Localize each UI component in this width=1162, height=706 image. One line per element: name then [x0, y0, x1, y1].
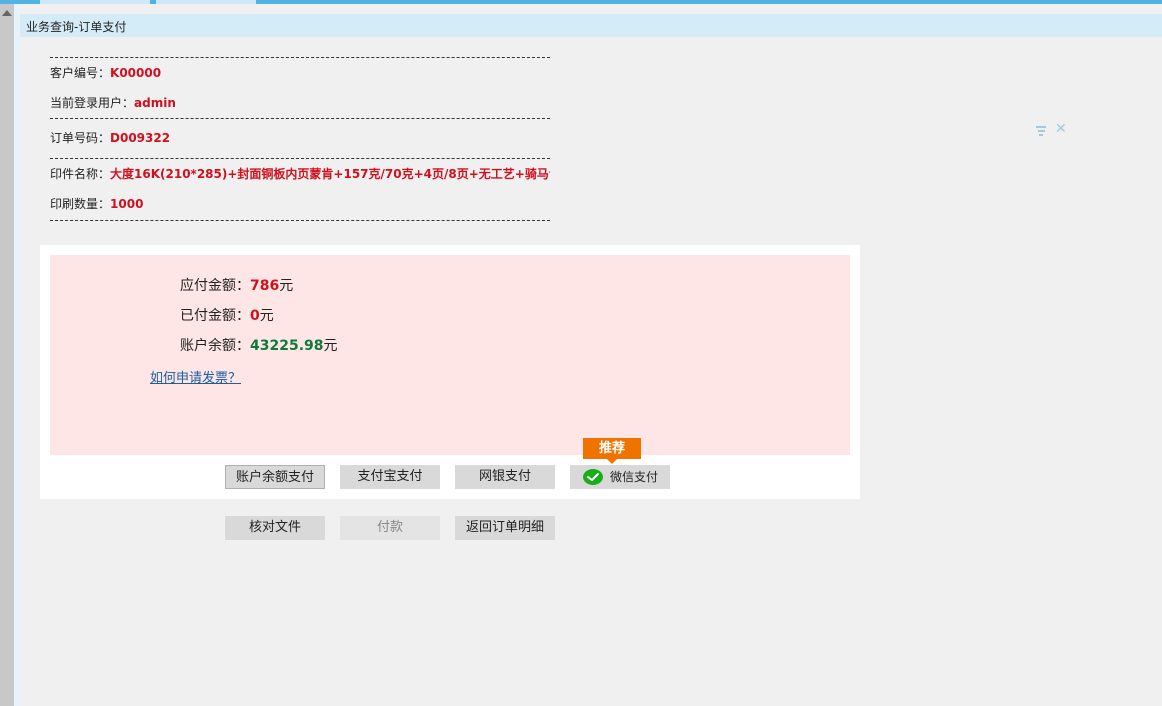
amount-summary: 应付金额：786元 已付金额：0元 账户余额：43225.98元 如何申请发票？ [50, 255, 850, 455]
left-border [14, 4, 20, 706]
tab-strip-segment [156, 0, 256, 4]
invoice-help-link[interactable]: 如何申请发票？ [150, 367, 241, 386]
recommend-badge: 推荐 [583, 438, 641, 464]
scroll-up-icon[interactable] [2, 10, 12, 16]
page-title: 业务查询-订单支付 [26, 20, 127, 34]
paid-label: 已付金额： [180, 308, 250, 324]
customer-no-label: 客户编号： [50, 66, 111, 80]
wechat-pay-label: 微信支付 [610, 470, 659, 484]
product-name-row: 印件名称：大度16K(210*285)+封面铜板内页蒙肯+157克/70克+4页… [50, 159, 550, 189]
customer-no-value: K00000 [110, 66, 162, 80]
paid-value: 0 [250, 308, 260, 324]
login-user-row: 当前登录用户：admin [50, 88, 550, 118]
tab-strip-segment [40, 0, 150, 4]
top-strip [0, 0, 1162, 4]
divider [50, 220, 550, 221]
login-user-value: admin [134, 96, 176, 110]
customer-no-row: 客户编号：K00000 [50, 58, 550, 88]
collapse-icon[interactable] [1035, 126, 1047, 136]
pay-button[interactable]: 付款 [340, 516, 440, 540]
alipay-button[interactable]: 支付宝支付 [340, 465, 440, 489]
paid-amount: 已付金额：0元 [180, 305, 274, 325]
due-value: 786 [250, 278, 280, 294]
close-icon[interactable]: ✕ [1055, 121, 1067, 137]
quantity-label: 印刷数量： [50, 197, 111, 211]
balance-label: 账户余额： [180, 338, 250, 354]
balance-pay-button[interactable]: 账户余额支付 [225, 465, 325, 489]
due-amount: 应付金额：786元 [180, 275, 293, 295]
recommend-badge-text: 推荐 [598, 441, 625, 456]
due-label: 应付金额： [180, 278, 250, 294]
payment-panel: 应付金额：786元 已付金额：0元 账户余额：43225.98元 如何申请发票？… [40, 245, 860, 499]
quantity-row: 印刷数量：1000 [50, 189, 550, 219]
vertical-scrollbar[interactable] [0, 4, 14, 706]
order-no-row: 订单号码：D009322 [50, 119, 550, 158]
wechat-pay-button[interactable]: 微信支付 [570, 465, 670, 489]
order-info: 客户编号：K00000 当前登录用户：admin 订单号码：D009322 印件… [50, 57, 550, 221]
check-file-button[interactable]: 核对文件 [225, 516, 325, 540]
bank-pay-button[interactable]: 网银支付 [455, 465, 555, 489]
quantity-value: 1000 [110, 197, 144, 211]
order-no-label: 订单号码： [50, 131, 111, 145]
product-name-value: 大度16K(210*285)+封面铜板内页蒙肯+157克/70克+4页/8页+无… [110, 167, 550, 181]
back-to-order-button[interactable]: 返回订单明细 [455, 516, 555, 540]
panel-title-bar: 业务查询-订单支付 [20, 14, 1162, 37]
product-name-label: 印件名称： [50, 167, 111, 181]
login-user-label: 当前登录用户： [50, 96, 135, 110]
badge-pointer [607, 459, 617, 464]
paid-unit: 元 [259, 308, 274, 324]
balance-unit: 元 [323, 338, 338, 354]
order-no-value: D009322 [110, 131, 171, 145]
wechat-icon [583, 469, 603, 485]
balance-amount: 账户余额：43225.98元 [180, 335, 338, 355]
due-unit: 元 [279, 278, 294, 294]
balance-value: 43225.98 [250, 338, 324, 354]
